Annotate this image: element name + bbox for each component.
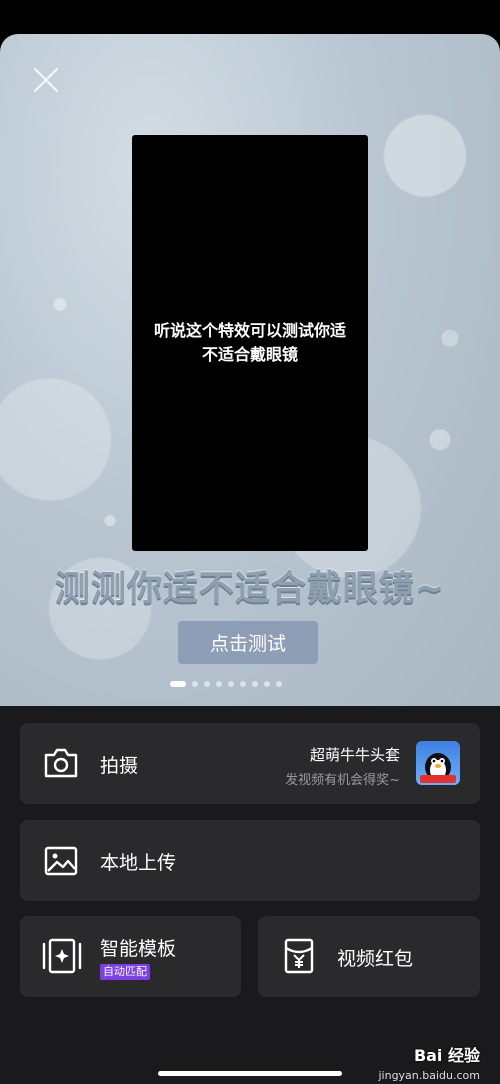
shoot-card[interactable]: 拍摄 超萌牛牛头套 发视频有机会得奖~ bbox=[20, 723, 480, 804]
penguin-mascot-icon bbox=[420, 753, 456, 783]
carousel-dot[interactable] bbox=[192, 681, 198, 687]
close-button[interactable] bbox=[30, 64, 62, 96]
promo-title: 超萌牛牛头套 bbox=[309, 746, 400, 764]
effect-preview-video[interactable]: 听说这个特效可以测试你适不适合戴眼镜 bbox=[132, 135, 368, 551]
camera-icon bbox=[44, 748, 78, 778]
test-button[interactable]: 点击测试 bbox=[178, 621, 318, 664]
home-indicator[interactable] bbox=[158, 1071, 342, 1076]
effect-headline: 测测你适不适合戴眼镜~ bbox=[54, 569, 446, 609]
promo-subtitle: 发视频有机会得奖~ bbox=[285, 773, 400, 788]
carousel-dot[interactable] bbox=[252, 681, 258, 687]
template-label: 智能模板 bbox=[100, 938, 177, 960]
promo-thumbnail[interactable] bbox=[416, 741, 460, 785]
carousel-dot[interactable] bbox=[204, 681, 210, 687]
action-sheet: 拍摄 超萌牛牛头套 发视频有机会得奖~ 本地上传 智能模板 自动匹配 视频红包 … bbox=[0, 706, 500, 1084]
video-red-packet-card[interactable]: 视频红包 bbox=[258, 916, 480, 997]
red-packet-icon bbox=[284, 938, 314, 974]
upload-card[interactable]: 本地上传 bbox=[20, 820, 480, 901]
template-icon bbox=[42, 938, 82, 974]
carousel-dots bbox=[170, 681, 282, 687]
baidu-watermark: Bai 经验 bbox=[413, 1046, 480, 1065]
baidu-watermark-url: jingyan.baidu.com bbox=[378, 1069, 480, 1082]
carousel-dot[interactable] bbox=[170, 681, 186, 687]
carousel-dot[interactable] bbox=[276, 681, 282, 687]
auto-match-badge: 自动匹配 bbox=[100, 964, 150, 980]
upload-label: 本地上传 bbox=[100, 852, 177, 874]
shoot-label: 拍摄 bbox=[100, 755, 139, 777]
video-caption: 听说这个特效可以测试你适不适合戴眼镜 bbox=[153, 321, 346, 364]
carousel-dot[interactable] bbox=[264, 681, 270, 687]
status-bar-area bbox=[0, 0, 500, 34]
smart-template-card[interactable]: 智能模板 自动匹配 bbox=[20, 916, 241, 997]
effect-banner: 听说这个特效可以测试你适不适合戴眼镜 测测你适不适合戴眼镜~ 点击测试 bbox=[0, 34, 500, 710]
carousel-dot[interactable] bbox=[216, 681, 222, 687]
image-icon bbox=[44, 846, 78, 876]
carousel-dot[interactable] bbox=[240, 681, 246, 687]
close-icon bbox=[34, 68, 58, 92]
carousel-dot[interactable] bbox=[228, 681, 234, 687]
red-packet-label: 视频红包 bbox=[337, 948, 414, 970]
